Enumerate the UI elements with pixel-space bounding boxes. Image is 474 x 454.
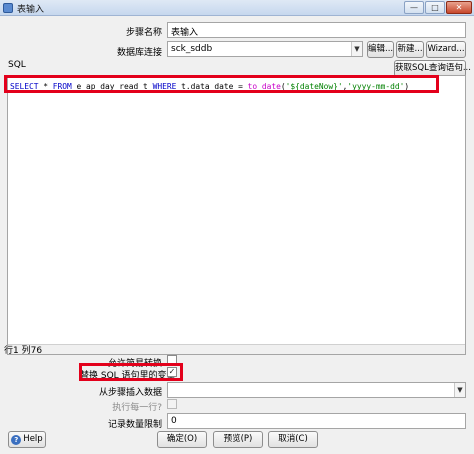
limit-input[interactable]: 0 xyxy=(167,413,466,429)
insert-from-step-select[interactable]: ▼ xyxy=(167,382,466,398)
sql-highlight-box xyxy=(4,75,439,93)
table-input-dialog: 步骤名称 表输入 数据库连接 sck_sddb ▼ 编辑... 新建... Wi… xyxy=(0,16,474,454)
wizard-button[interactable]: Wizard... xyxy=(426,41,466,58)
window-title: 表输入 xyxy=(17,5,45,15)
chevron-down-icon[interactable]: ▼ xyxy=(454,383,465,397)
step-name-input[interactable]: 表输入 xyxy=(167,22,466,38)
step-name-label: 步骤名称 xyxy=(125,28,162,38)
db-connection-select[interactable]: sck_sddb ▼ xyxy=(167,41,363,57)
maximize-button[interactable]: □ xyxy=(425,1,445,14)
new-connection-button[interactable]: 新建... xyxy=(396,41,424,58)
help-button[interactable]: ? Help xyxy=(8,431,46,448)
help-button-label: Help xyxy=(23,434,43,444)
help-icon: ? xyxy=(11,435,22,445)
close-button[interactable]: ✕ xyxy=(446,1,472,14)
app-icon xyxy=(3,3,13,13)
limit-label: 记录数量限制 xyxy=(107,420,162,430)
preview-button[interactable]: 预览(P) xyxy=(213,431,263,448)
replace-variables-highlight-box xyxy=(79,363,183,381)
sql-label: SQL xyxy=(8,60,26,70)
chevron-down-icon[interactable]: ▼ xyxy=(351,42,362,56)
title-bar: 表输入 — □ ✕ xyxy=(0,0,474,16)
cancel-button[interactable]: 取消(C) xyxy=(268,431,318,448)
insert-from-step-label: 从步骤插入数据 xyxy=(98,388,162,398)
db-connection-label: 数据库连接 xyxy=(116,48,162,58)
cursor-position: 行1 列76 xyxy=(4,346,43,356)
execute-each-row-checkbox[interactable] xyxy=(167,399,177,409)
ok-button[interactable]: 确定(O) xyxy=(157,431,207,448)
sql-horizontal-scrollbar[interactable] xyxy=(8,344,465,354)
execute-each-row-label: 执行每一行? xyxy=(112,403,162,413)
edit-connection-button[interactable]: 编辑... xyxy=(367,41,394,58)
db-connection-value: sck_sddb xyxy=(171,44,213,54)
minimize-button[interactable]: — xyxy=(404,1,424,14)
sql-editor[interactable]: SELECT * FROM e_ap_day_read t WHERE t.da… xyxy=(7,75,466,355)
